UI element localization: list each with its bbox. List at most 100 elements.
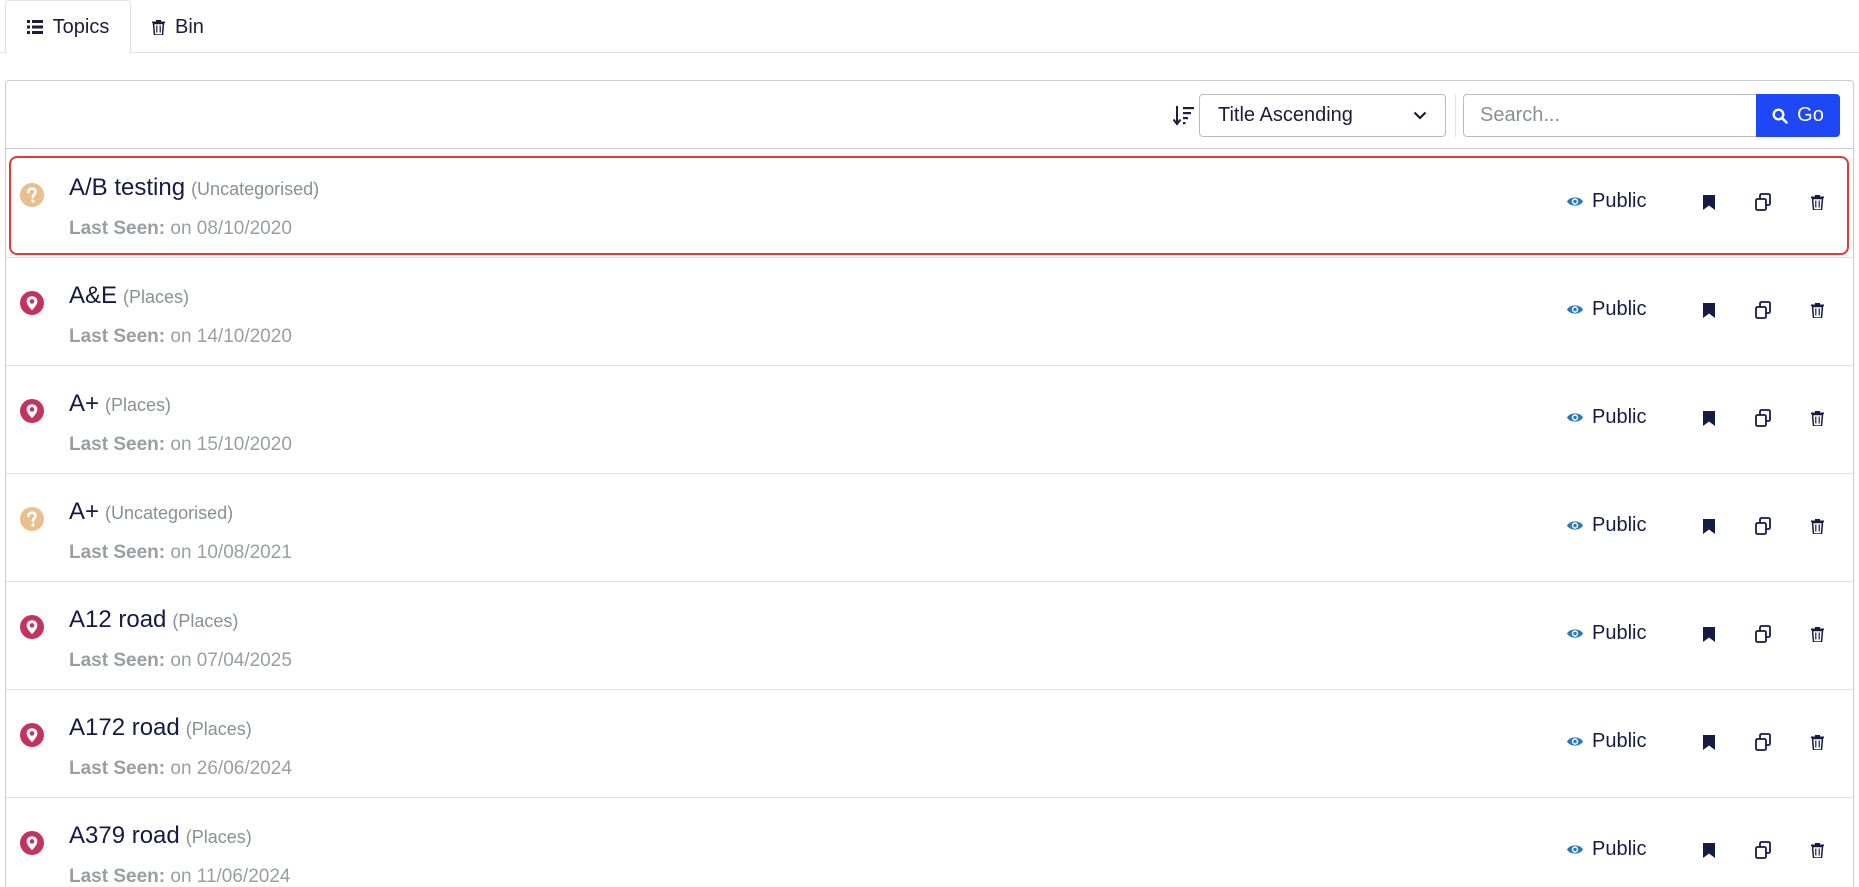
eye-icon [1566, 303, 1584, 316]
question-mark-icon [19, 182, 45, 208]
copy-icon[interactable] [1751, 298, 1775, 322]
visibility-label: Public [1592, 730, 1647, 752]
visibility-toggle[interactable]: Public [1566, 622, 1646, 645]
topic-row[interactable]: A12 road (Places) Last Seen: on 07/04/202… [6, 582, 1853, 690]
bookmark-icon[interactable] [1697, 622, 1721, 646]
last-seen-label: Last Seen: [69, 542, 166, 563]
topic-last-seen: Last Seen: on 07/04/2025 [69, 650, 292, 672]
topic-row[interactable]: A+ (Uncategorised) Last Seen: on 10/08/20… [6, 474, 1853, 582]
topic-title[interactable]: A/B testing (Uncategorised) [69, 174, 319, 202]
eye-icon [1566, 627, 1584, 640]
last-seen-label: Last Seen: [69, 218, 166, 239]
topic-category: (Places) [172, 611, 239, 631]
last-seen-label: Last Seen: [69, 866, 166, 887]
last-seen-date: on 11/06/2024 [170, 866, 291, 887]
copy-icon[interactable] [1751, 514, 1775, 538]
topic-title[interactable]: A&E (Places) [69, 282, 189, 310]
last-seen-label: Last Seen: [69, 434, 166, 455]
visibility-label: Public [1592, 514, 1647, 536]
topic-title[interactable]: A379 road (Places) [69, 822, 252, 850]
bookmark-icon[interactable] [1697, 730, 1721, 754]
visibility-toggle[interactable]: Public [1566, 730, 1646, 753]
last-seen-date: on 15/10/2020 [170, 434, 292, 455]
topic-last-seen: Last Seen: on 08/10/2020 [69, 218, 292, 240]
visibility-toggle[interactable]: Public [1566, 298, 1646, 321]
visibility-toggle[interactable]: Public [1566, 190, 1646, 213]
copy-icon[interactable] [1751, 838, 1775, 862]
tab-topics-label: Topics [52, 15, 110, 38]
topic-last-seen: Last Seen: on 15/10/2020 [69, 434, 292, 456]
eye-icon [1566, 411, 1584, 424]
list-icon [26, 20, 43, 34]
delete-icon[interactable] [1805, 406, 1829, 430]
last-seen-label: Last Seen: [69, 758, 166, 779]
last-seen-date: on 10/08/2021 [170, 542, 292, 563]
topic-title[interactable]: A+ (Places) [69, 390, 171, 418]
delete-icon[interactable] [1805, 622, 1829, 646]
map-pin-icon [19, 830, 45, 856]
topic-last-seen: Last Seen: on 26/06/2024 [69, 758, 292, 780]
topics-panel: Title Ascending Go A/B testing(Uncategor… [5, 80, 1854, 887]
visibility-toggle[interactable]: Public [1566, 514, 1646, 537]
trash-icon [152, 19, 165, 35]
visibility-toggle[interactable]: Public [1566, 406, 1646, 429]
bookmark-icon[interactable] [1697, 514, 1721, 538]
search-input[interactable] [1463, 94, 1756, 137]
bookmark-icon[interactable] [1697, 190, 1721, 214]
topic-row[interactable]: A/B testing (Uncategorised) Last Seen: on… [6, 150, 1853, 258]
visibility-label: Public [1592, 622, 1647, 644]
topic-title-text: A+ [69, 498, 100, 525]
last-seen-date: on 26/06/2024 [170, 758, 292, 779]
tab-bar: Topics Bin [0, 0, 1859, 54]
topic-title-text: A172 road [69, 714, 180, 741]
topic-last-seen: Last Seen: on 11/06/2024 [69, 866, 290, 887]
tab-topics[interactable]: Topics [5, 0, 131, 54]
delete-icon[interactable] [1805, 190, 1829, 214]
search-icon [1772, 107, 1788, 124]
bookmark-icon[interactable] [1697, 838, 1721, 862]
sort-select-value: Title Ascending [1218, 104, 1353, 126]
visibility-label: Public [1592, 406, 1647, 428]
sort-select[interactable]: Title Ascending [1199, 94, 1446, 137]
tab-bin-label: Bin [175, 15, 204, 38]
bookmark-icon[interactable] [1697, 298, 1721, 322]
delete-icon[interactable] [1805, 514, 1829, 538]
last-seen-label: Last Seen: [69, 326, 166, 347]
topic-row[interactable]: A&E (Places) Last Seen: on 14/10/2020 Pub… [6, 258, 1853, 366]
topic-title[interactable]: A172 road (Places) [69, 714, 252, 742]
topic-row[interactable]: A172 road (Places) Last Seen: on 26/06/20… [6, 690, 1853, 798]
sort-order-icon [1172, 103, 1196, 127]
visibility-label: Public [1592, 298, 1647, 320]
map-pin-icon [19, 614, 45, 640]
go-button-label: Go [1797, 104, 1824, 126]
topic-title[interactable]: A12 road (Places) [69, 606, 238, 634]
copy-icon[interactable] [1751, 622, 1775, 646]
topic-category: (Uncategorised) [191, 179, 320, 199]
topic-title-text: A&E [69, 282, 118, 309]
tab-bin[interactable]: Bin [152, 0, 204, 54]
delete-icon[interactable] [1805, 298, 1829, 322]
topic-list: A/B testing (Uncategorised) Last Seen: on… [6, 150, 1853, 887]
topic-row[interactable]: A379 road (Places) Last Seen: on 11/06/20… [6, 798, 1853, 887]
topic-title-text: A12 road [69, 606, 167, 633]
toolbar: Title Ascending Go [6, 81, 1853, 149]
go-button[interactable]: Go [1756, 94, 1840, 137]
copy-icon[interactable] [1751, 406, 1775, 430]
map-pin-icon [19, 398, 45, 424]
last-seen-date: on 08/10/2020 [170, 218, 292, 239]
topic-category: (Uncategorised) [105, 503, 234, 523]
bookmark-icon[interactable] [1697, 406, 1721, 430]
delete-icon[interactable] [1805, 838, 1829, 862]
visibility-label: Public [1592, 838, 1647, 860]
question-mark-icon [19, 506, 45, 532]
last-seen-label: Last Seen: [69, 650, 166, 671]
topic-row[interactable]: A+ (Places) Last Seen: on 15/10/2020 Publ… [6, 366, 1853, 474]
copy-icon[interactable] [1751, 730, 1775, 754]
topic-title[interactable]: A+ (Uncategorised) [69, 498, 233, 526]
copy-icon[interactable] [1751, 190, 1775, 214]
topic-last-seen: Last Seen: on 10/08/2021 [69, 542, 292, 564]
visibility-toggle[interactable]: Public [1566, 838, 1646, 861]
topic-title-text: A379 road [69, 822, 180, 849]
delete-icon[interactable] [1805, 730, 1829, 754]
last-seen-date: on 14/10/2020 [170, 326, 292, 347]
